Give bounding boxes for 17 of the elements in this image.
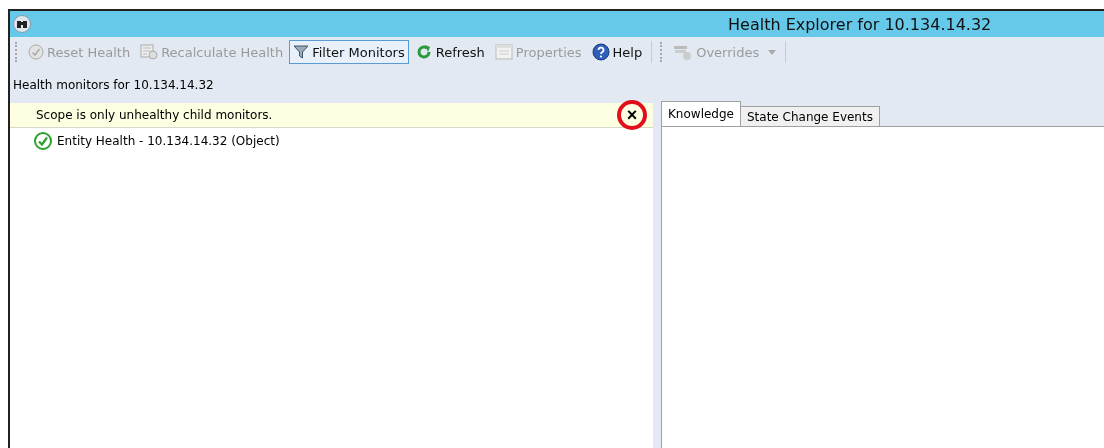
window-icon [494,44,513,60]
filter-button[interactable]: Filter Monitors [289,40,409,64]
check-circle-icon [28,44,44,60]
scope-message: Scope is only unhealthy child monitors. [36,108,273,122]
funnel-icon [293,44,310,60]
help-icon [591,43,610,61]
calculator-icon [140,44,159,60]
tree-item-label: Entity Health - 10.134.14.32 (Object) [57,134,280,148]
help-button[interactable]: Help [587,40,647,64]
tab[interactable]: State Change Events [739,106,880,126]
close-button[interactable]: × [617,100,647,130]
tree-item[interactable]: Entity Health - 10.134.14.32 (Object) [10,128,653,150]
refresh-button[interactable]: Refresh [410,40,489,64]
caret-icon [768,49,777,55]
window-title: Health Explorer for 10.134.14.32 [728,14,992,34]
tab[interactable]: Knowledge [661,101,741,126]
header-label: Health monitors for 10.134.14.32 [12,77,215,94]
